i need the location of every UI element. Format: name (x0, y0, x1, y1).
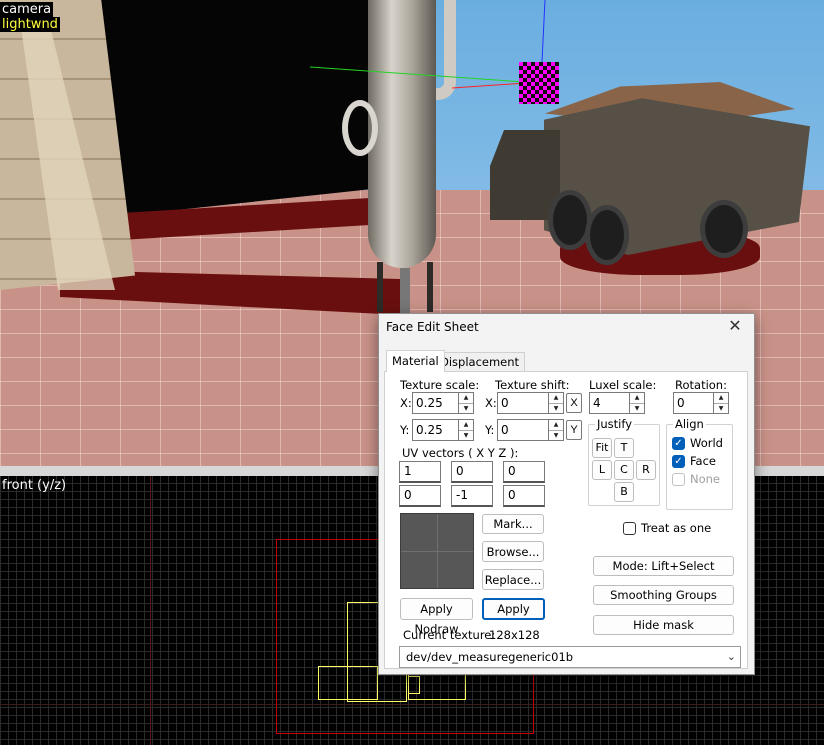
hide-mask-button[interactable]: Hide mask (593, 615, 734, 635)
texture-shift-label: Texture shift: (495, 378, 570, 392)
uv-v-x[interactable]: 0 (399, 485, 441, 507)
texture-shift-x-spinner[interactable]: ▲ ▼ (548, 392, 564, 414)
align-none-checkbox: None (672, 472, 720, 486)
smoothing-groups-button[interactable]: Smoothing Groups (593, 585, 734, 605)
checkmark-icon: ✓ (672, 454, 685, 468)
brush-outline[interactable] (408, 676, 420, 694)
luxel-scale-value[interactable]: 4 (589, 392, 629, 414)
texture-name-dropdown[interactable]: dev/dev_measuregeneric01b ⌄ (399, 646, 741, 668)
justify-left-button[interactable]: L (592, 460, 612, 480)
close-button[interactable]: ✕ (718, 314, 752, 340)
align-none-label: None (690, 472, 721, 486)
replace-button[interactable]: Replace... (482, 569, 544, 590)
justify-center-button[interactable]: C (614, 460, 634, 480)
current-texture-size: 128x128 (489, 628, 540, 642)
light-entity[interactable] (519, 62, 559, 104)
align-world-checkbox[interactable]: ✓ World (672, 436, 723, 450)
front-viewport-label[interactable]: front (y/z) (0, 478, 68, 493)
texture-scale-y-spinner[interactable]: ▲ ▼ (458, 419, 474, 441)
camera-viewport-label[interactable]: camera (0, 2, 54, 17)
current-texture-label: Current texture: (403, 628, 496, 642)
tab-displacement[interactable]: Displacement (434, 352, 526, 371)
texture-name-value: dev/dev_measuregeneric01b (406, 650, 574, 664)
texture-scale-y-value[interactable]: 0.25 (412, 419, 458, 441)
texture-scale-x-field[interactable]: 0.25 ▲ ▼ (412, 392, 474, 414)
texture-shift-x-label: X: (485, 396, 497, 410)
texture-scale-y-field[interactable]: 0.25 ▲ ▼ (412, 419, 474, 441)
close-icon: ✕ (728, 318, 742, 335)
luxel-scale-field[interactable]: 4 ▲ ▼ (589, 392, 645, 414)
uv-u-x[interactable]: 1 (399, 461, 441, 483)
apply-button[interactable]: Apply (482, 598, 545, 620)
uv-u-y[interactable]: 0 (451, 461, 493, 483)
mode-button[interactable]: Mode: Lift+Select (593, 556, 734, 576)
texture-preview (400, 513, 474, 589)
treat-as-one-label: Treat as one (641, 521, 712, 535)
texture-shift-x-value[interactable]: 0 (497, 392, 548, 414)
texture-shift-y-value[interactable]: 0 (497, 419, 548, 441)
apply-nodraw-button[interactable]: Apply Nodraw (400, 598, 473, 636)
tab-material[interactable]: Material (386, 350, 445, 372)
checkbox-empty-icon (623, 521, 636, 535)
dialog-title: Face Edit Sheet (386, 320, 479, 334)
face-edit-sheet-dialog: Face Edit Sheet ✕ Material Displacement … (378, 313, 755, 675)
mark-button[interactable]: Mark... (482, 514, 544, 534)
uv-v-z[interactable]: 0 (503, 485, 545, 507)
shift-y-button[interactable]: Y (566, 420, 582, 440)
texture-shift-y-spinner[interactable]: ▲ ▼ (548, 419, 564, 441)
rotation-field[interactable]: 0 ▲ ▼ (673, 392, 729, 414)
texture-scale-x-label: X: (400, 396, 412, 410)
align-title: Align (673, 417, 706, 431)
align-group: Align ✓ World ✓ Face None (666, 417, 733, 510)
rotation-value[interactable]: 0 (673, 392, 713, 414)
texture-shift-y-field[interactable]: 0 ▲ ▼ (497, 419, 564, 441)
align-world-label: World (690, 436, 723, 450)
texture-scale-x-spinner[interactable]: ▲ ▼ (458, 392, 474, 414)
uv-u-z[interactable]: 0 (503, 461, 545, 483)
justify-bottom-button[interactable]: B (614, 482, 634, 502)
luxel-scale-label: Luxel scale: (589, 378, 657, 392)
checkbox-empty-icon (672, 472, 685, 486)
checkmark-icon: ✓ (672, 436, 685, 450)
align-face-label: Face (690, 454, 717, 468)
chevron-down-icon[interactable]: ⌄ (727, 647, 736, 667)
justify-group: Justify Fit T L C R B (588, 417, 660, 506)
texture-scale-x-value[interactable]: 0.25 (412, 392, 458, 414)
texture-scale-label: Texture scale: (400, 378, 480, 392)
justify-title: Justify (595, 417, 635, 431)
uv-vectors-label: UV vectors ( X Y Z ): (402, 446, 519, 460)
brush-outline[interactable] (318, 666, 378, 700)
justify-right-button[interactable]: R (636, 460, 656, 480)
justify-top-button[interactable]: T (614, 438, 634, 458)
luxel-scale-spinner[interactable]: ▲ ▼ (629, 392, 645, 414)
rotation-label: Rotation: (675, 378, 727, 392)
texture-shift-y-label: Y: (485, 423, 495, 437)
texture-scale-y-label: Y: (400, 423, 410, 437)
rotation-spinner[interactable]: ▲ ▼ (713, 392, 729, 414)
material-panel: Texture scale: X: 0.25 ▲ ▼ Y: 0.25 ▲ ▼ Tex… (384, 371, 748, 669)
browse-button[interactable]: Browse... (482, 541, 544, 562)
texture-shift-x-field[interactable]: 0 ▲ ▼ (497, 392, 564, 414)
justify-fit-button[interactable]: Fit (592, 438, 612, 458)
uv-v-y[interactable]: -1 (451, 485, 493, 507)
align-face-checkbox[interactable]: ✓ Face (672, 454, 716, 468)
treat-as-one-checkbox[interactable]: Treat as one (623, 521, 711, 535)
shift-x-button[interactable]: X (566, 393, 582, 413)
camera-viewport-sublabel[interactable]: lightwnd (0, 17, 60, 32)
